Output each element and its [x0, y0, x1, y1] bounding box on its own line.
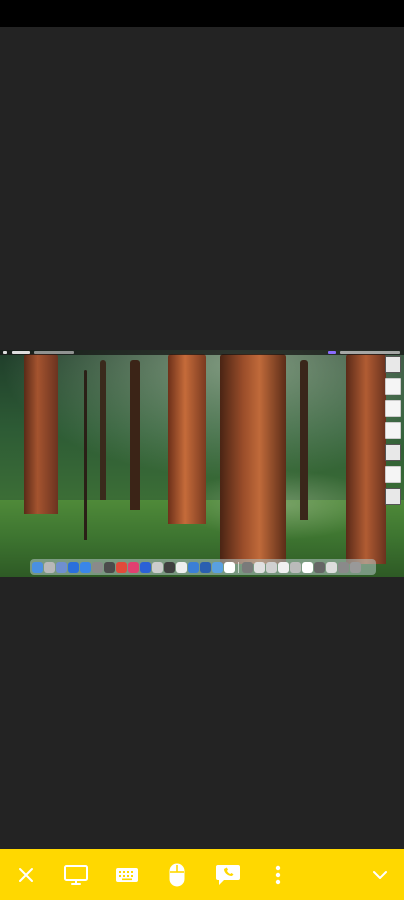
dock-app-icon[interactable]: [290, 561, 301, 573]
mouse-button[interactable]: [157, 849, 197, 900]
more-button[interactable]: [258, 849, 298, 900]
dock-app-icon[interactable]: [176, 561, 187, 573]
dock-app-icon[interactable]: [278, 561, 289, 573]
dock-app-icon[interactable]: [314, 561, 325, 573]
dock-app-icon[interactable]: [224, 561, 235, 573]
dock-app-icon[interactable]: [254, 561, 265, 573]
tree-trunk: [346, 354, 386, 564]
mac-dock: [30, 559, 376, 575]
dock-app-icon[interactable]: [68, 561, 79, 573]
dock-app-icon[interactable]: [164, 561, 175, 573]
collapse-toolbar-button[interactable]: [360, 849, 400, 900]
chevron-down-icon: [373, 870, 387, 879]
dock-app-icon[interactable]: [350, 561, 361, 573]
tree-trunk: [24, 354, 58, 514]
dock-separator: [238, 561, 239, 573]
dock-app-icon[interactable]: [212, 561, 223, 573]
chat-button[interactable]: [208, 849, 248, 900]
close-icon: [19, 867, 33, 882]
desktop-file[interactable]: [385, 466, 401, 483]
menubar-menus[interactable]: [34, 351, 74, 354]
tree-trunk: [100, 360, 106, 500]
apple-menu-icon[interactable]: [3, 351, 7, 354]
monitor-icon: [64, 864, 88, 885]
dock-app-icon[interactable]: [32, 561, 43, 573]
remote-desktop-screen[interactable]: [0, 350, 404, 577]
dock-app-icon[interactable]: [188, 561, 199, 573]
dock-app-icon[interactable]: [152, 561, 163, 573]
keyboard-icon: [116, 867, 138, 882]
desktop-file[interactable]: [385, 378, 401, 395]
close-button[interactable]: [6, 849, 46, 900]
dock-app-icon[interactable]: [302, 561, 313, 573]
dock-app-icon[interactable]: [338, 561, 349, 573]
bottom-toolbar: [0, 849, 404, 900]
dock-app-icon[interactable]: [128, 561, 139, 573]
tree-trunk: [220, 354, 286, 564]
tree-trunk: [300, 360, 308, 520]
dock-app-icon[interactable]: [326, 561, 337, 573]
display-button[interactable]: [56, 849, 96, 900]
desktop-file[interactable]: [385, 422, 401, 439]
more-vertical-icon: [275, 865, 281, 884]
tree-trunk: [168, 354, 206, 524]
menubar-app-name[interactable]: [12, 351, 30, 354]
tree-trunk: [84, 370, 87, 540]
dock-app-icon[interactable]: [92, 561, 103, 573]
menubar-status-icon[interactable]: [328, 351, 336, 354]
dock-app-icon[interactable]: [80, 561, 91, 573]
chat-phone-icon: [216, 864, 240, 885]
status-bar: [0, 0, 404, 27]
desktop-files: [384, 356, 402, 510]
desktop-file[interactable]: [385, 400, 401, 417]
desktop-file[interactable]: [385, 356, 401, 373]
dock-app-icon[interactable]: [56, 561, 67, 573]
dock-app-icon[interactable]: [104, 561, 115, 573]
mac-menubar[interactable]: [0, 350, 404, 355]
mouse-icon: [169, 863, 185, 886]
dock-app-icon[interactable]: [44, 561, 55, 573]
dock-app-icon[interactable]: [116, 561, 127, 573]
desktop-file[interactable]: [385, 488, 401, 505]
dock-app-icon[interactable]: [200, 561, 211, 573]
dock-app-icon[interactable]: [140, 561, 151, 573]
tree-trunk: [130, 360, 140, 510]
keyboard-button[interactable]: [107, 849, 147, 900]
menubar-clock[interactable]: [340, 351, 400, 354]
dock-app-icon[interactable]: [242, 561, 253, 573]
desktop-file[interactable]: [385, 444, 401, 461]
dock-app-icon[interactable]: [266, 561, 277, 573]
